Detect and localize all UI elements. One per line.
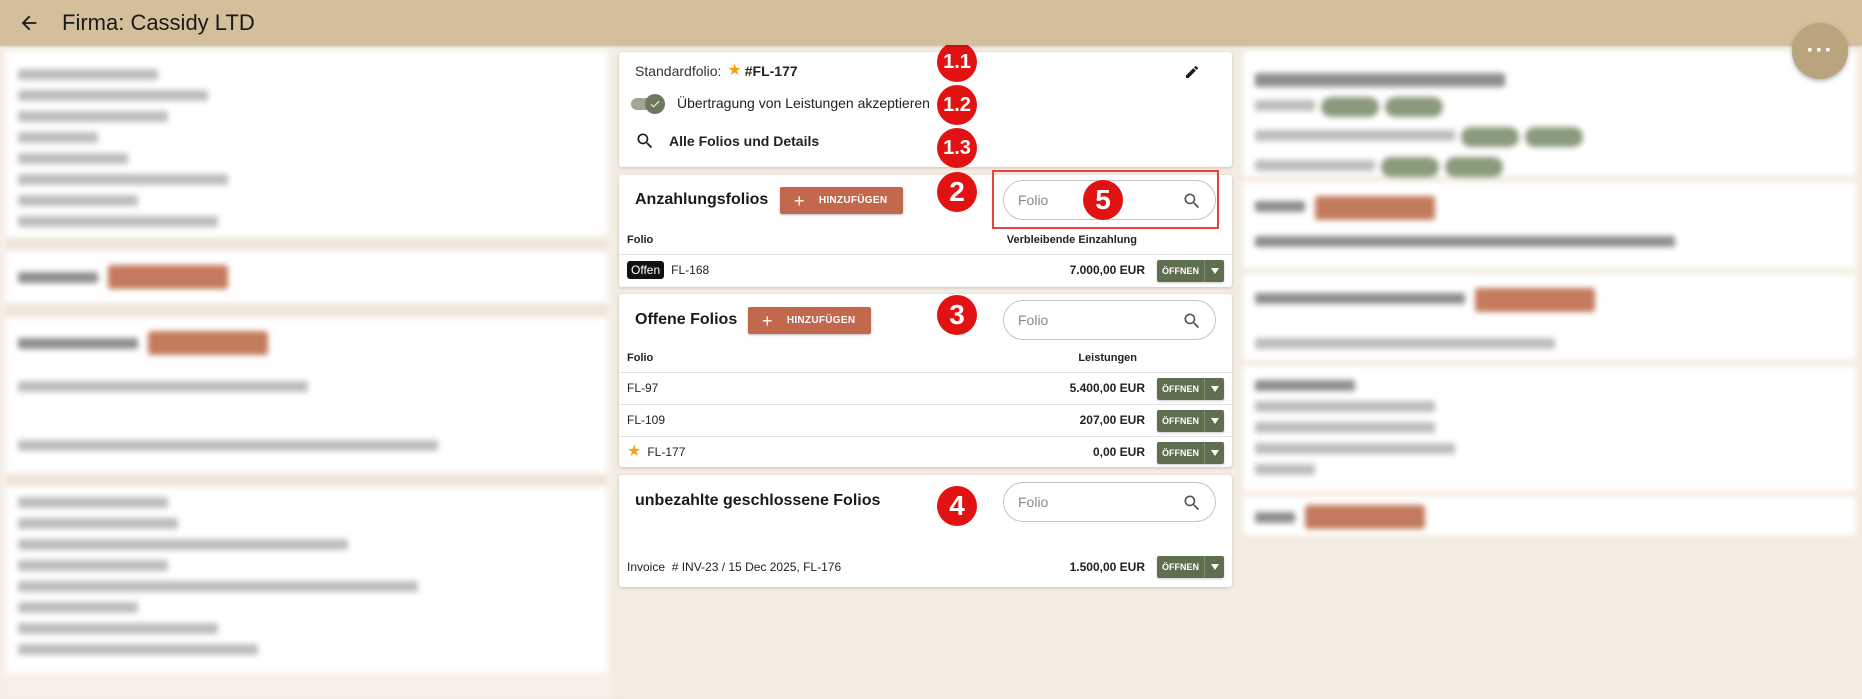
caret-down-icon bbox=[1210, 386, 1219, 392]
accept-transfer-label: Übertragung von Leistungen akzeptieren bbox=[677, 95, 930, 111]
plus-icon: + bbox=[794, 190, 805, 211]
unpaid-closed-folios-card: unbezahlte geschlossene Folios Invoice #… bbox=[619, 475, 1232, 587]
unpaid-folio-search-input[interactable] bbox=[1018, 494, 1168, 510]
table-row: ★ FL-177 0,00 EUR ÖFFNEN bbox=[619, 436, 1232, 467]
blurred-events-card bbox=[1243, 182, 1856, 268]
check-icon bbox=[650, 100, 660, 108]
unpaid-folio-search[interactable] bbox=[1003, 482, 1216, 522]
open-folios-title: Offene Folios bbox=[635, 311, 738, 328]
star-icon: ★ bbox=[727, 62, 742, 79]
annotation-marker: 4 bbox=[937, 486, 977, 526]
blurred-contracts-card bbox=[1243, 274, 1856, 360]
open-dropdown-toggle[interactable] bbox=[1204, 410, 1224, 432]
app-header: Firma: Cassidy LTD bbox=[0, 0, 1862, 45]
unpaid-closed-title: unbezahlte geschlossene Folios bbox=[635, 492, 881, 509]
invoice-folio: Invoice # INV-23 / 15 Dec 2025, FL-176 bbox=[627, 559, 842, 574]
open-dropdown-toggle[interactable] bbox=[1204, 260, 1224, 282]
search-icon[interactable] bbox=[1182, 311, 1202, 331]
open-dropdown-toggle[interactable] bbox=[1204, 378, 1224, 400]
col-folio: Folio bbox=[627, 234, 654, 246]
all-folios-link[interactable]: Alle Folios und Details bbox=[635, 131, 819, 151]
open-folio-button[interactable]: ÖFFNEN bbox=[1157, 260, 1224, 282]
open-folio-label[interactable]: ÖFFNEN bbox=[1157, 442, 1204, 464]
plus-icon: + bbox=[762, 310, 773, 331]
folio-number: FL-97 bbox=[627, 381, 659, 395]
search-icon[interactable] bbox=[1182, 191, 1202, 211]
deposit-table-header: Folio Verbleibende Einzahlung bbox=[627, 234, 1224, 246]
company-details-pane bbox=[0, 45, 613, 699]
open-table-header: Folio Leistungen bbox=[627, 352, 1224, 364]
col-services: Leistungen bbox=[1078, 352, 1137, 364]
add-open-folio-button[interactable]: + HINZUFÜGEN bbox=[748, 307, 872, 334]
arrow-left-icon bbox=[21, 15, 37, 30]
table-row: FL-97 5.400,00 EUR ÖFFNEN bbox=[619, 372, 1232, 403]
star-icon: ★ bbox=[627, 443, 642, 460]
open-folio-label[interactable]: ÖFFNEN bbox=[1157, 378, 1204, 400]
open-folio-button[interactable]: ÖFFNEN bbox=[1157, 378, 1224, 400]
open-folio-button[interactable]: ÖFFNEN bbox=[1157, 442, 1224, 464]
folio-number: FL-109 bbox=[627, 413, 666, 427]
annotation-marker: 5 bbox=[1083, 180, 1123, 220]
annotation-marker: 1.2 bbox=[937, 85, 977, 125]
accept-transfer-toggle[interactable] bbox=[629, 94, 665, 114]
add-deposit-folio-label: HINZUFÜGEN bbox=[818, 195, 888, 206]
caret-down-icon bbox=[1210, 268, 1219, 274]
folio-amount: 0,00 EUR bbox=[1092, 445, 1145, 459]
blurred-details-card bbox=[6, 51, 607, 673]
folio-amount: 207,00 EUR bbox=[1079, 413, 1145, 427]
open-dropdown-toggle[interactable] bbox=[1204, 556, 1224, 578]
annotation-marker: 1.3 bbox=[937, 128, 977, 168]
open-folio-label[interactable]: ÖFFNEN bbox=[1157, 260, 1204, 282]
edit-standard-folio-button[interactable] bbox=[1180, 60, 1204, 84]
folio-amount: 7.000,00 EUR bbox=[1069, 263, 1145, 277]
caret-down-icon bbox=[1210, 450, 1219, 456]
status-badge: Offen bbox=[627, 261, 665, 279]
standard-folio-row: Standardfolio: ★ #FL-177 bbox=[635, 62, 798, 80]
open-folio-button[interactable]: ÖFFNEN bbox=[1157, 556, 1224, 578]
folio-number: FL-168 bbox=[671, 263, 710, 277]
table-row: Invoice # INV-23 / 15 Dec 2025, FL-176 1… bbox=[619, 551, 1232, 582]
blurred-bookings-card bbox=[1243, 51, 1856, 177]
open-folio-search[interactable] bbox=[1003, 300, 1216, 340]
standard-folio-value: #FL-177 bbox=[744, 63, 798, 79]
caret-down-icon bbox=[1210, 418, 1219, 424]
all-folios-label: Alle Folios und Details bbox=[669, 133, 820, 149]
page-title: Firma: Cassidy LTD bbox=[62, 9, 255, 35]
folio-amount: 1.500,00 EUR bbox=[1069, 559, 1145, 574]
open-folio-button[interactable]: ÖFFNEN bbox=[1157, 410, 1224, 432]
open-folio-search-input[interactable] bbox=[1018, 312, 1168, 328]
folio-number: FL-177 bbox=[647, 445, 686, 459]
back-button[interactable] bbox=[14, 8, 44, 38]
bookings-pane bbox=[1237, 45, 1862, 699]
annotation-marker: 2 bbox=[937, 172, 977, 212]
col-folio: Folio bbox=[627, 352, 654, 364]
standard-folio-label: Standardfolio: bbox=[635, 63, 722, 79]
add-deposit-folio-button[interactable]: + HINZUFÜGEN bbox=[780, 187, 904, 214]
table-row: FL-109 207,00 EUR ÖFFNEN bbox=[619, 404, 1232, 435]
add-open-folio-label: HINZUFÜGEN bbox=[786, 315, 856, 326]
table-row: Offen FL-168 7.000,00 EUR ÖFFNEN bbox=[619, 254, 1232, 285]
annotation-marker: 3 bbox=[937, 295, 977, 335]
search-icon[interactable] bbox=[1182, 493, 1202, 513]
pencil-icon bbox=[1186, 65, 1198, 78]
folio-amount: 5.400,00 EUR bbox=[1069, 381, 1145, 395]
open-dropdown-toggle[interactable] bbox=[1204, 442, 1224, 464]
open-folios-card: Offene Folios + HINZUFÜGEN Folio Leistun… bbox=[619, 294, 1232, 467]
search-icon bbox=[637, 133, 653, 149]
annotation-marker: 1.1 bbox=[937, 42, 977, 82]
blurred-finance-card bbox=[1243, 366, 1856, 491]
col-remaining-deposit: Verbleibende Einzahlung bbox=[1006, 234, 1137, 246]
open-folio-label[interactable]: ÖFFNEN bbox=[1157, 410, 1204, 432]
blurred-notes-card bbox=[1243, 497, 1856, 535]
caret-down-icon bbox=[1210, 564, 1219, 570]
deposit-folios-card: Anzahlungsfolios + HINZUFÜGEN Folio Verb… bbox=[619, 175, 1232, 287]
open-folio-label[interactable]: ÖFFNEN bbox=[1157, 556, 1204, 578]
accept-transfer-row: Übertragung von Leistungen akzeptieren bbox=[629, 94, 930, 114]
more-actions-button[interactable]: ··· bbox=[1792, 23, 1848, 79]
folio-settings-card: Standardfolio: ★ #FL-177 Übertragung von… bbox=[619, 52, 1232, 167]
deposit-folios-title: Anzahlungsfolios bbox=[635, 191, 769, 208]
